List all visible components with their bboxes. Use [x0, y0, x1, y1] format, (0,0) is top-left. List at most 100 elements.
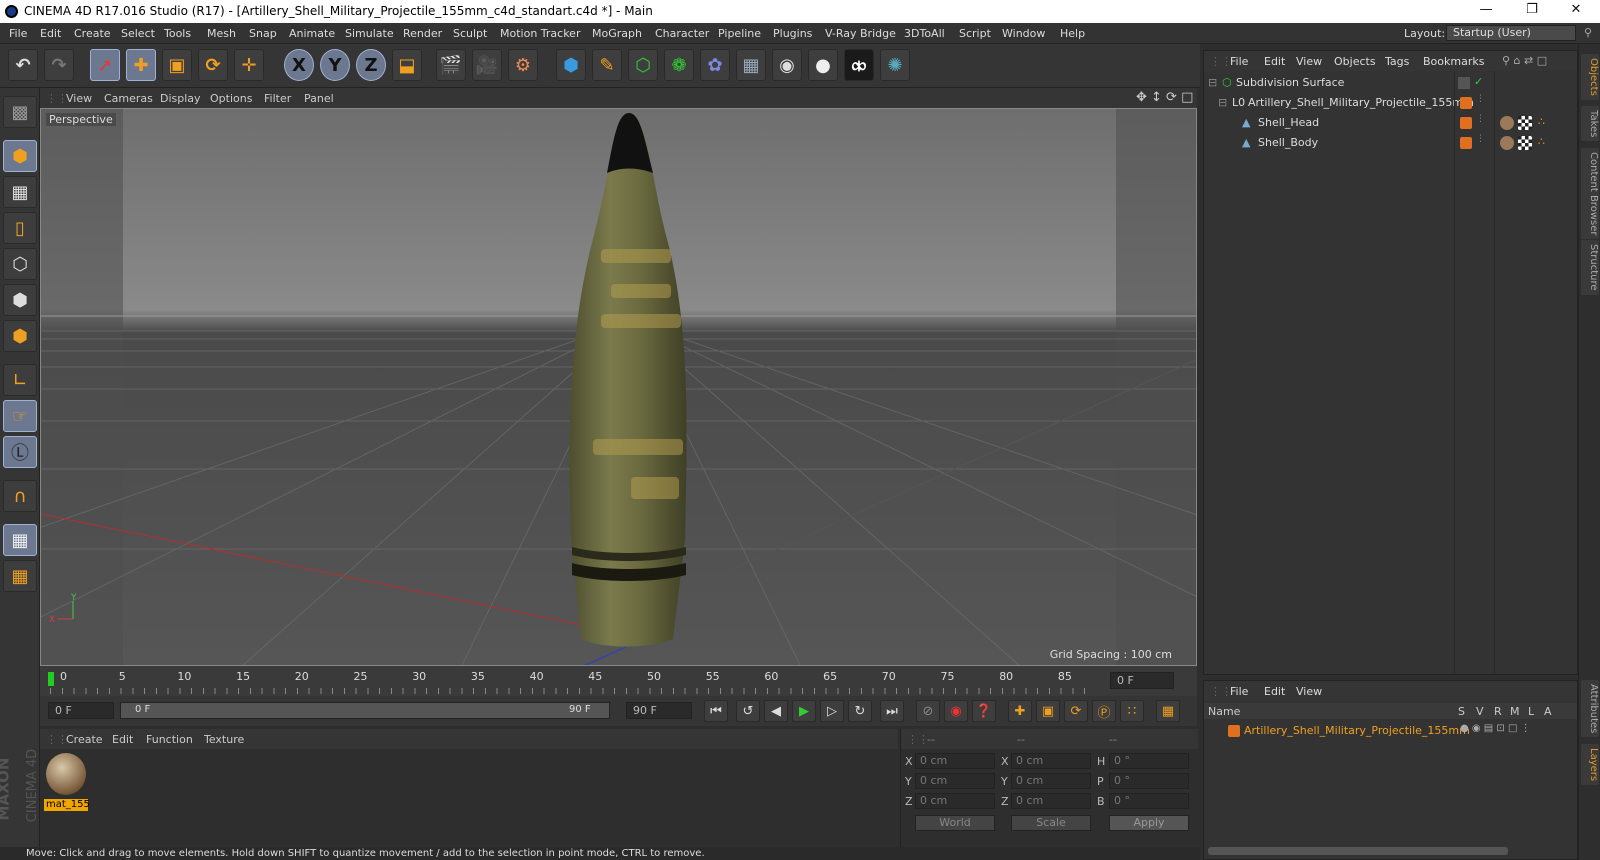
visibility-dots-icon[interactable]: ⋮: [1476, 134, 1485, 144]
layer-menu-edit[interactable]: Edit: [1264, 685, 1285, 698]
apply-button[interactable]: Apply: [1109, 815, 1189, 831]
menu-window[interactable]: Window: [1002, 27, 1045, 40]
column-render[interactable]: R: [1494, 705, 1502, 718]
uvw-tag-icon[interactable]: [1518, 136, 1532, 150]
column-name[interactable]: Name: [1208, 705, 1240, 718]
key-scale-icon[interactable]: ▣: [1036, 700, 1060, 722]
cube-icon[interactable]: ⬢: [556, 49, 586, 81]
object-menu-view[interactable]: View: [1296, 55, 1322, 68]
scale-icon[interactable]: ▣: [162, 49, 192, 81]
next-key-icon[interactable]: ↻: [848, 700, 872, 722]
rot-h-field[interactable]: 0 °: [1109, 753, 1189, 769]
menu-character[interactable]: Character: [655, 27, 709, 40]
column-manager[interactable]: M: [1510, 705, 1520, 718]
menu-animate[interactable]: Animate: [289, 27, 335, 40]
select-arrow-icon[interactable]: ➚: [90, 49, 120, 81]
menu-snap[interactable]: Snap: [249, 27, 277, 40]
rot-p-field[interactable]: 0 °: [1109, 773, 1189, 789]
grid-rotate-icon[interactable]: ▦: [3, 560, 37, 592]
viewport-menu-options[interactable]: Options: [210, 92, 252, 105]
column-solo[interactable]: S: [1458, 705, 1465, 718]
menu-mograph[interactable]: MoGraph: [592, 27, 642, 40]
horizontal-scrollbar[interactable]: [1208, 847, 1508, 855]
minimize-button[interactable]: —: [1466, 2, 1506, 20]
live-select-icon[interactable]: ✛: [234, 49, 264, 81]
menu-script[interactable]: Script: [959, 27, 991, 40]
edit-render-settings-icon[interactable]: ⚙: [508, 49, 538, 81]
key-rotation-icon[interactable]: ⟳: [1064, 700, 1088, 722]
material-menu-edit[interactable]: Edit: [112, 733, 133, 746]
viewport-menu-filter[interactable]: Filter: [264, 92, 291, 105]
make-editable-icon[interactable]: ▩: [3, 96, 37, 128]
menu-3dtoall[interactable]: 3DToAll: [904, 27, 945, 40]
move-icon[interactable]: ✚: [126, 49, 156, 81]
column-view[interactable]: V: [1476, 705, 1484, 718]
redo-icon[interactable]: ↷: [44, 49, 74, 81]
menu-motion-tracker[interactable]: Motion Tracker: [500, 27, 580, 40]
object-row-subdivision[interactable]: ⊟ ⬡ Subdivision Surface ✓: [1204, 73, 1577, 93]
tab-attributes[interactable]: Attributes: [1581, 680, 1599, 738]
close-button[interactable]: ✕: [1556, 2, 1596, 20]
go-to-start-icon[interactable]: ⏮: [704, 700, 728, 722]
selection-tag-icon[interactable]: ∴: [1538, 115, 1545, 128]
enabled-check-icon[interactable]: ✓: [1474, 75, 1483, 88]
menu-help[interactable]: Help: [1060, 27, 1085, 40]
key-pla-icon[interactable]: ∷: [1120, 700, 1144, 722]
menu-edit[interactable]: Edit: [40, 27, 61, 40]
previous-key-icon[interactable]: ↺: [736, 700, 760, 722]
timeline-playhead[interactable]: [48, 672, 54, 686]
pen-icon[interactable]: ✎: [592, 49, 622, 81]
viewport[interactable]: Perspective Grid Spacing : 100 cm Y X: [40, 108, 1197, 666]
tweak-mode-icon[interactable]: ☞: [3, 400, 37, 432]
edges-mode-icon[interactable]: ⬢: [3, 284, 37, 316]
keyframe-selection-icon[interactable]: ❓: [972, 700, 996, 722]
size-mode-select[interactable]: Scale: [1011, 815, 1091, 831]
render-picture-viewer-icon[interactable]: 🎥: [472, 49, 502, 81]
end-frame-field[interactable]: 90 F: [626, 702, 692, 719]
pos-y-field[interactable]: 0 cm: [915, 773, 995, 789]
3dtoall-icon[interactable]: ⧞: [844, 49, 874, 81]
autokey-icon[interactable]: ◉: [944, 700, 968, 722]
texture-tag-icon[interactable]: [1500, 116, 1514, 130]
object-menu-objects[interactable]: Objects: [1334, 55, 1376, 68]
viewport-camera-label[interactable]: Perspective: [46, 113, 116, 126]
column-animation[interactable]: A: [1544, 705, 1552, 718]
workplane-lock-icon[interactable]: ▦: [3, 524, 37, 556]
pos-x-field[interactable]: 0 cm: [915, 753, 995, 769]
undo-icon[interactable]: ↶: [8, 49, 38, 81]
record-keys-icon[interactable]: ⊘: [916, 700, 940, 722]
object-row-shell-head[interactable]: ▲ Shell_Head ⋮ ∴: [1204, 113, 1577, 133]
model-mode-icon[interactable]: ⬢: [3, 140, 37, 172]
polygons-mode-icon[interactable]: ⬢: [3, 320, 37, 352]
size-y-field[interactable]: 0 cm: [1011, 773, 1091, 789]
python-icon[interactable]: ✺: [880, 49, 910, 81]
render-view-icon[interactable]: 🎬: [436, 49, 466, 81]
viewport-navigation-icons[interactable]: ✥ ↕ ⟳ □: [1136, 90, 1193, 105]
tab-layers[interactable]: Layers: [1581, 744, 1599, 786]
current-frame-field[interactable]: 0 F: [1110, 672, 1174, 689]
frame-range-slider[interactable]: 0 F 90 F: [120, 702, 610, 719]
timeline-ruler[interactable]: 051015202530354045505560657075808590 0 F: [40, 666, 1197, 696]
material-menu-create[interactable]: Create: [66, 733, 103, 746]
timeline-window-icon[interactable]: ▦: [1156, 700, 1180, 722]
texture-mode-icon[interactable]: ▦: [3, 176, 37, 208]
start-frame-field[interactable]: 0 F: [48, 702, 114, 719]
material-menu-function[interactable]: Function: [146, 733, 193, 746]
visibility-dots-icon[interactable]: ⋮: [1476, 94, 1485, 104]
menu-tools[interactable]: Tools: [164, 27, 191, 40]
viewport-menu-panel[interactable]: Panel: [304, 92, 334, 105]
points-mode-icon[interactable]: ⬡: [3, 248, 37, 280]
menu-pipeline[interactable]: Pipeline: [718, 27, 761, 40]
restore-button[interactable]: ❐: [1512, 2, 1552, 20]
viewport-menu-cameras[interactable]: Cameras: [104, 92, 153, 105]
column-locked[interactable]: L: [1528, 705, 1534, 718]
y-axis-icon[interactable]: Y: [320, 49, 350, 81]
layout-select[interactable]: Startup (User): [1446, 25, 1576, 41]
object-menu-tags[interactable]: Tags: [1385, 55, 1409, 68]
object-row-shell-body[interactable]: ▲ Shell_Body ⋮ ∴: [1204, 133, 1577, 153]
layer-menu-view[interactable]: View: [1296, 685, 1322, 698]
tab-content-browser[interactable]: Content Browser: [1581, 148, 1599, 240]
next-frame-icon[interactable]: ▷: [820, 700, 844, 722]
selection-tag-icon[interactable]: ∴: [1538, 135, 1545, 148]
z-axis-icon[interactable]: Z: [356, 49, 386, 81]
